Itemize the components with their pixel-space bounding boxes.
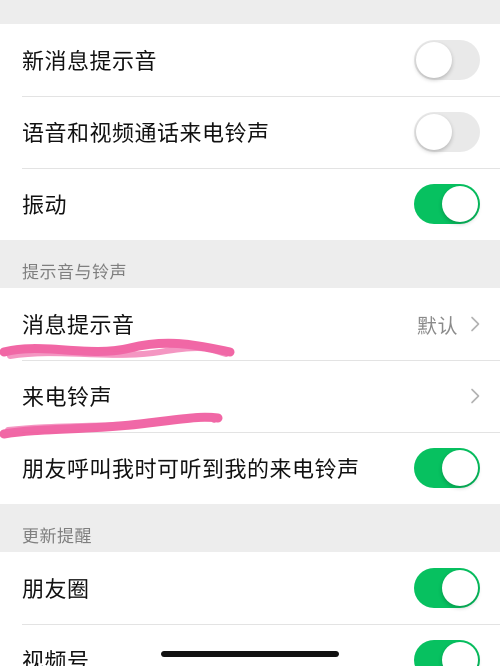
row-right: 默认 [417, 310, 480, 339]
row-call-ringtone[interactable]: 来电铃声 [0, 360, 500, 432]
toggle-knob [442, 186, 478, 222]
top-spacer [0, 0, 500, 24]
row-label: 朋友圈 [22, 578, 90, 603]
friend-hears-ringtone-toggle[interactable] [414, 448, 480, 488]
section-header-sounds: 提示音与铃声 [22, 263, 127, 283]
home-indicator[interactable] [161, 651, 339, 657]
moments-toggle[interactable] [414, 568, 480, 608]
new-message-sound-toggle[interactable] [414, 40, 480, 80]
row-call-ringtone-switch[interactable]: 语音和视频通话来电铃声 [0, 96, 500, 168]
call-ringtone-toggle[interactable] [414, 112, 480, 152]
settings-group-sounds: 消息提示音 默认 来电铃声 朋友呼叫我时可听到我的来电铃声 [0, 288, 500, 504]
row-vibration[interactable]: 振动 [0, 168, 500, 240]
vibration-toggle[interactable] [414, 184, 480, 224]
section-header-updates: 更新提醒 [22, 527, 92, 547]
channels-toggle[interactable] [414, 640, 480, 666]
settings-group-alerts: 新消息提示音 语音和视频通话来电铃声 振动 [0, 24, 500, 240]
row-label: 朋友呼叫我时可听到我的来电铃声 [22, 458, 360, 483]
row-message-tone[interactable]: 消息提示音 默认 [0, 288, 500, 360]
row-moments[interactable]: 朋友圈 [0, 552, 500, 624]
row-right [470, 388, 480, 404]
row-label: 来电铃声 [22, 386, 113, 411]
row-new-message-sound[interactable]: 新消息提示音 [0, 24, 500, 96]
row-label: 消息提示音 [22, 314, 135, 339]
row-label: 新消息提示音 [22, 50, 158, 75]
chevron-right-icon [471, 316, 480, 332]
toggle-knob [416, 42, 452, 78]
row-label: 语音和视频通话来电铃声 [22, 122, 270, 147]
message-tone-value: 默认 [417, 313, 458, 338]
chevron-right-icon [471, 388, 480, 404]
toggle-knob [416, 114, 452, 150]
toggle-knob [442, 450, 478, 486]
toggle-knob [442, 570, 478, 606]
toggle-knob [442, 642, 478, 666]
row-channels[interactable]: 视频号 [0, 624, 500, 666]
row-label: 振动 [22, 194, 68, 219]
row-friend-hears-ringtone[interactable]: 朋友呼叫我时可听到我的来电铃声 [0, 432, 500, 504]
settings-group-updates: 朋友圈 视频号 [0, 552, 500, 666]
